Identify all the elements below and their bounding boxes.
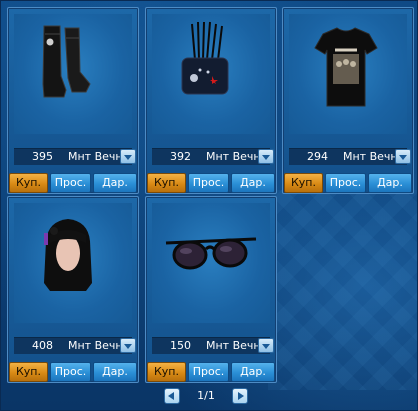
tshirt-icon xyxy=(314,27,378,107)
gift-button[interactable]: Дар. xyxy=(231,362,275,382)
currency-label: Мнт Вечн xyxy=(68,339,123,352)
currency-label: Мнт Вечн xyxy=(343,150,398,163)
currency-dropdown-button[interactable] xyxy=(395,149,411,164)
chevron-down-icon xyxy=(399,155,407,160)
price-row-1: 395 Мнт Вечн xyxy=(14,148,132,165)
buy-button[interactable]: Куп. xyxy=(284,173,323,193)
next-page-button[interactable] xyxy=(232,388,248,404)
price-value: 150 xyxy=(170,339,191,352)
arrow-right-icon xyxy=(238,392,244,400)
boots-icon xyxy=(42,25,91,98)
price-value: 392 xyxy=(170,150,191,163)
currency-dropdown-button[interactable] xyxy=(258,149,274,164)
item-image-5[interactable] xyxy=(152,203,270,323)
preview-button[interactable]: Прос. xyxy=(325,173,366,193)
gift-button[interactable]: Дар. xyxy=(231,173,275,193)
chevron-down-icon xyxy=(124,155,132,160)
item-card-5: 150 Мнт Вечн Куп. Прос. Дар. xyxy=(145,196,277,383)
preview-button[interactable]: Прос. xyxy=(188,362,229,382)
item-card-3: 294 Мнт Вечн Куп. Прос. Дар. xyxy=(282,7,414,194)
gift-button[interactable]: Дар. xyxy=(93,362,137,382)
currency-label: Мнт Вечн xyxy=(206,339,261,352)
item-image-4[interactable] xyxy=(14,203,132,323)
gift-button[interactable]: Дар. xyxy=(368,173,412,193)
price-row-2: 392 Мнт Вечн xyxy=(152,148,270,165)
preview-button[interactable]: Прос. xyxy=(188,173,229,193)
item-card-2: 392 Мнт Вечн Куп. Прос. Дар. xyxy=(145,7,277,194)
currency-dropdown-button[interactable] xyxy=(258,338,274,353)
bag-icon xyxy=(181,21,229,95)
preview-button[interactable]: Прос. xyxy=(50,362,91,382)
price-row-4: 408 Мнт Вечн xyxy=(14,337,132,354)
currency-label: Мнт Вечн xyxy=(68,150,123,163)
price-value: 294 xyxy=(307,150,328,163)
buy-button[interactable]: Куп. xyxy=(147,173,186,193)
hairstyle-icon xyxy=(44,219,92,291)
arrow-left-icon xyxy=(168,392,174,400)
item-image-1[interactable] xyxy=(14,14,132,134)
currency-dropdown-button[interactable] xyxy=(120,338,136,353)
item-card-1: 395 Мнт Вечн Куп. Прос. Дар. xyxy=(7,7,139,194)
sunglasses-icon xyxy=(165,237,257,270)
price-value: 408 xyxy=(32,339,53,352)
item-card-4: 408 Мнт Вечн Куп. Прос. Дар. xyxy=(7,196,139,383)
currency-dropdown-button[interactable] xyxy=(120,149,136,164)
price-row-3: 294 Мнт Вечн xyxy=(289,148,407,165)
chevron-down-icon xyxy=(124,344,132,349)
chevron-down-icon xyxy=(262,155,270,160)
buy-button[interactable]: Куп. xyxy=(9,362,48,382)
currency-label: Мнт Вечн xyxy=(206,150,261,163)
buy-button[interactable]: Куп. xyxy=(9,173,48,193)
buy-button[interactable]: Куп. xyxy=(147,362,186,382)
price-row-5: 150 Мнт Вечн xyxy=(152,337,270,354)
gift-button[interactable]: Дар. xyxy=(93,173,137,193)
item-image-3[interactable] xyxy=(289,14,407,134)
chevron-down-icon xyxy=(262,344,270,349)
preview-button[interactable]: Прос. xyxy=(50,173,91,193)
prev-page-button[interactable] xyxy=(164,388,180,404)
price-value: 395 xyxy=(32,150,53,163)
pagination: 1/1 xyxy=(164,388,252,406)
item-image-2[interactable] xyxy=(152,14,270,134)
page-indicator: 1/1 xyxy=(197,389,215,402)
